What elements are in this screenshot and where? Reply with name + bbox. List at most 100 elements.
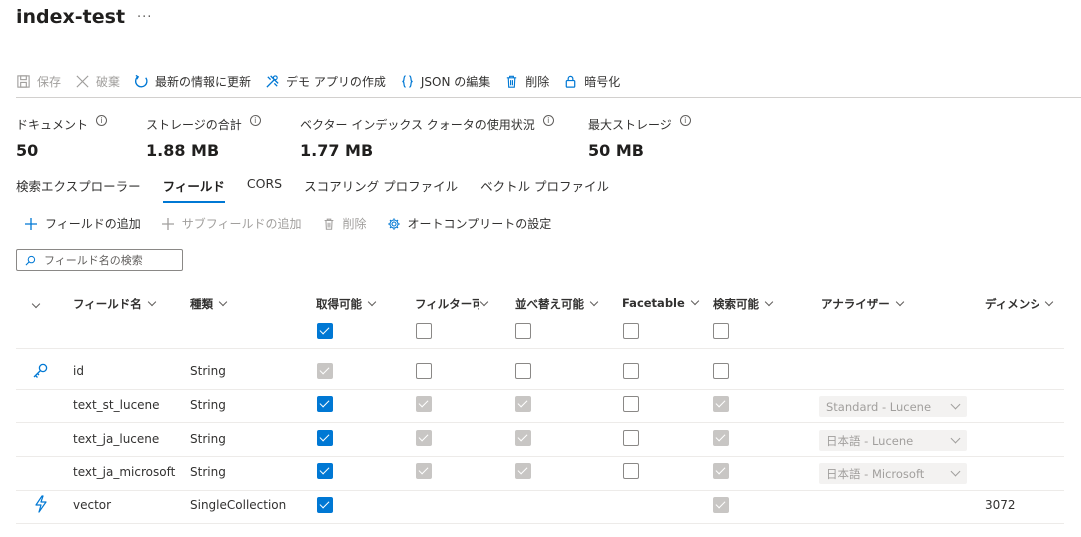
discard-label: 破棄 [96, 74, 121, 89]
analyzer-dropdown[interactable]: 日本語 - Lucene [819, 430, 967, 451]
column-header-analyzer[interactable]: アナライザー [821, 296, 905, 312]
column-header-name[interactable]: フィールド名 [73, 296, 157, 312]
info-icon[interactable]: i [249, 115, 261, 126]
column-header-searchable[interactable]: 検索可能 [713, 296, 774, 312]
stat-total-storage-label: ストレージの合計 [146, 118, 242, 132]
row-name[interactable]: vector [73, 498, 111, 512]
close-icon [76, 74, 89, 88]
edit-json-button[interactable]: JSON の編集 [400, 73, 490, 90]
save-icon [17, 74, 30, 88]
stat-documents-label: ドキュメント [16, 118, 89, 132]
row-name[interactable]: text_ja_lucene [73, 432, 159, 446]
delete-label: 削除 [525, 74, 550, 89]
analyzer-dropdown[interactable]: 日本語 - Microsoft [819, 463, 967, 484]
column-header-filterable[interactable]: フィルター可 [415, 296, 499, 312]
row-checkbox-filterable[interactable] [416, 430, 432, 446]
column-header-facetable-label: Facetable [622, 296, 685, 310]
autocomplete-settings-label: オートコンプリートの設定 [407, 217, 552, 231]
tab-search-explorer[interactable]: 検索エクスプローラー [16, 176, 141, 203]
refresh-button[interactable]: 最新の情報に更新 [134, 73, 251, 90]
row-checkbox-retrievable[interactable] [317, 463, 333, 479]
row-checkbox-searchable[interactable] [713, 497, 729, 513]
info-icon[interactable]: i [96, 115, 108, 126]
tools-icon [266, 74, 279, 88]
column-header-analyzer-label: アナライザー [821, 297, 890, 311]
delete-button[interactable]: 削除 [504, 73, 549, 90]
row-checkbox-sortable[interactable] [515, 363, 531, 379]
expand-all-toggle[interactable] [31, 296, 41, 310]
row-checkbox-facetable[interactable] [623, 430, 639, 446]
row-divider [16, 389, 1064, 390]
encryption-button[interactable]: 暗号化 [563, 73, 620, 90]
add-field-button[interactable]: フィールドの追加 [24, 215, 141, 232]
header-checkbox-sortable[interactable] [515, 323, 531, 339]
row-dimensions: 3072 [985, 498, 1016, 512]
field-search-box [16, 249, 183, 271]
row-checkbox-facetable[interactable] [623, 396, 639, 412]
autocomplete-settings-button[interactable]: オートコンプリートの設定 [387, 215, 552, 232]
header-checkbox-searchable[interactable] [713, 323, 729, 339]
column-header-dimensions[interactable]: ディメンシ [985, 296, 1061, 312]
encryption-label: 暗号化 [584, 74, 621, 89]
row-checkbox-facetable[interactable] [623, 463, 639, 479]
page-title: index-test [16, 6, 126, 28]
tab-cors[interactable]: CORS [247, 176, 282, 203]
column-header-type[interactable]: 種類 [190, 296, 228, 312]
analyzer-value: Standard - Lucene [826, 399, 932, 414]
stat-vector-quota-label: ベクター インデックス クォータの使用状況 [300, 118, 535, 132]
row-checkbox-sortable[interactable] [515, 430, 531, 446]
tab-fields[interactable]: フィールド [162, 176, 225, 203]
row-checkbox-retrievable[interactable] [317, 396, 333, 412]
trash-icon [507, 75, 517, 88]
analyzer-dropdown[interactable]: Standard - Lucene [819, 396, 967, 417]
header-checkbox-facetable[interactable] [623, 323, 639, 339]
row-checkbox-retrievable[interactable] [317, 363, 333, 379]
column-header-retrievable[interactable]: 取得可能 [316, 296, 377, 312]
plus-icon [161, 217, 174, 230]
add-subfield-button[interactable]: サブフィールドの追加 [161, 215, 302, 232]
create-demo-app-button[interactable]: デモ アプリの作成 [265, 73, 386, 90]
field-search-input[interactable] [44, 253, 174, 267]
more-options-button[interactable]: ··· [137, 10, 152, 25]
row-checkbox-filterable[interactable] [416, 363, 432, 379]
delete-field-label: 削除 [342, 217, 367, 231]
column-header-retrievable-label: 取得可能 [316, 297, 362, 311]
save-button[interactable]: 保存 [16, 73, 61, 90]
row-checkbox-retrievable[interactable] [317, 497, 333, 513]
tab-scoring-profiles[interactable]: スコアリング プロファイル [304, 176, 458, 203]
row-name[interactable]: text_st_lucene [73, 398, 160, 412]
row-name[interactable]: id [73, 364, 84, 378]
row-checkbox-retrievable[interactable] [317, 430, 333, 446]
column-header-facetable[interactable]: Facetable [622, 296, 700, 310]
discard-button[interactable]: 破棄 [75, 73, 120, 90]
refresh-label: 最新の情報に更新 [155, 74, 252, 89]
column-header-dimensions-label: ディメンシ [985, 297, 1039, 311]
row-checkbox-searchable[interactable] [713, 430, 729, 446]
row-checkbox-sortable[interactable] [515, 396, 531, 412]
info-icon[interactable]: i [679, 115, 691, 126]
row-checkbox-sortable[interactable] [515, 463, 531, 479]
info-icon[interactable]: i [542, 115, 554, 126]
analyzer-value: 日本語 - Microsoft [826, 466, 925, 481]
column-header-sortable[interactable]: 並べ替え可能 [515, 296, 599, 312]
row-checkbox-filterable[interactable] [416, 463, 432, 479]
gear-icon [387, 217, 400, 230]
row-type: SingleCollection [190, 498, 287, 512]
chevron-down-icon [950, 399, 961, 410]
toolbar-divider [16, 97, 1081, 98]
row-name[interactable]: text_ja_microsoft [73, 465, 175, 479]
delete-field-button[interactable]: 削除 [322, 215, 367, 232]
stat-total-storage: ストレージの合計 i 1.88 MB [146, 115, 261, 160]
row-checkbox-facetable[interactable] [623, 363, 639, 379]
row-checkbox-searchable[interactable] [713, 396, 729, 412]
stat-total-storage-value: 1.88 MB [146, 141, 220, 160]
braces-icon [402, 74, 413, 88]
tab-vector-profiles[interactable]: ベクトル プロファイル [480, 176, 609, 203]
row-checkbox-searchable[interactable] [713, 363, 729, 379]
column-header-filterable-label: フィルター可 [415, 297, 479, 311]
row-checkbox-filterable[interactable] [416, 396, 432, 412]
index-toolbar: 保存 破棄 最新の情報に更新 デモ アプリの作成 JSON の編集 削除 暗号化 [16, 70, 634, 92]
header-checkbox-retrievable[interactable] [317, 323, 333, 339]
row-checkbox-searchable[interactable] [713, 463, 729, 479]
header-checkbox-filterable[interactable] [416, 323, 432, 339]
